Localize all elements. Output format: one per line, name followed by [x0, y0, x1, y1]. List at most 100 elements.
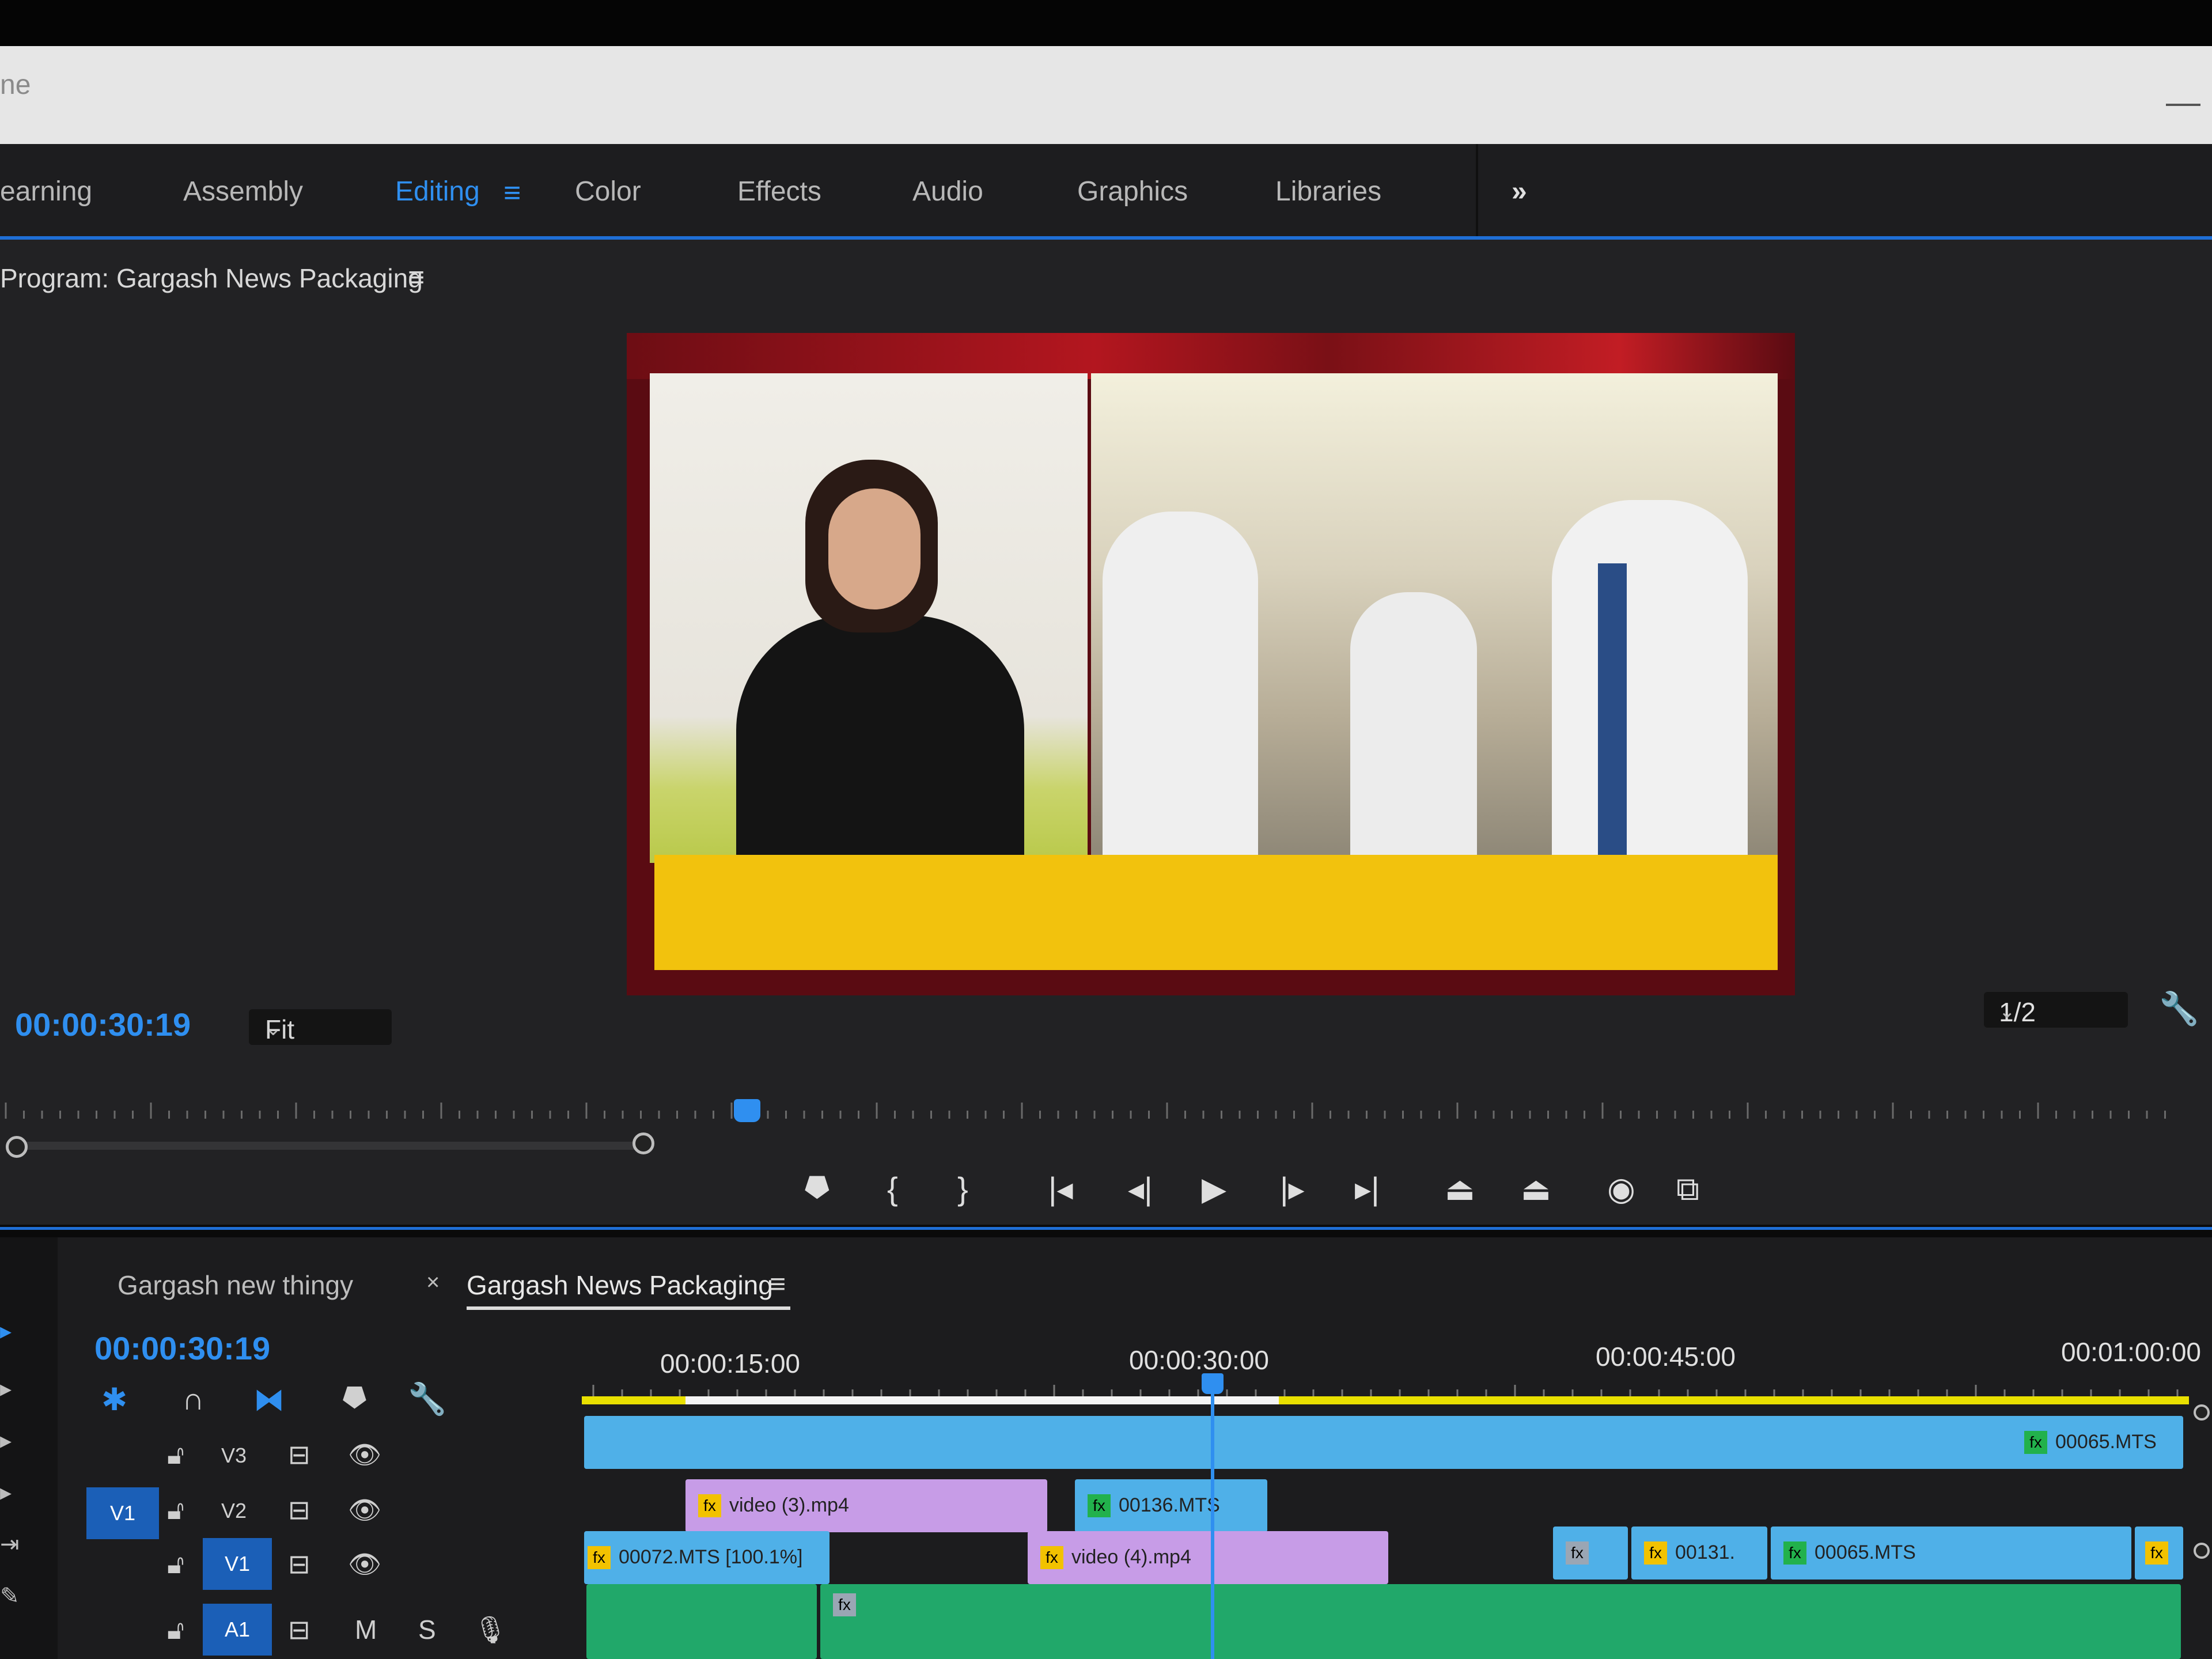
pen-tool-icon[interactable]: ✎	[0, 1583, 20, 1609]
close-tab-icon[interactable]: ×	[426, 1270, 440, 1296]
nest-icon[interactable]: ✱	[101, 1381, 127, 1418]
clip-untitled-1[interactable]: fx	[1553, 1527, 1628, 1580]
step-forward-icon[interactable]: |▸	[1280, 1172, 1305, 1206]
minimize-button[interactable]	[2166, 104, 2200, 106]
workspace-tab-effects[interactable]: Effects	[737, 176, 821, 207]
program-menu-icon[interactable]: ≡	[408, 260, 425, 294]
resolution-dropdown[interactable]: 1/2 ⌄	[1984, 992, 2128, 1028]
workspace-tab-graphics[interactable]: Graphics	[1077, 176, 1188, 207]
clip-video-4[interactable]: fx video (4).mp4	[1028, 1531, 1388, 1584]
razor-tool-icon[interactable]: ▸	[0, 1479, 12, 1506]
video-left-presenter	[650, 373, 1088, 863]
workspace-overflow-icon[interactable]: »	[1512, 176, 1527, 207]
work-area-in-region	[685, 1396, 1279, 1404]
sync-lock-icon[interactable]: ⊟	[288, 1494, 310, 1525]
scrollbar-left-handle[interactable]	[6, 1136, 28, 1158]
fx-badge: fx	[588, 1546, 611, 1569]
slip-tool-icon[interactable]: ⇥	[0, 1531, 20, 1558]
lock-icon[interactable]: 🔓︎	[167, 1614, 184, 1646]
workspace-tab-assembly[interactable]: Assembly	[183, 176, 303, 207]
go-to-in-icon[interactable]: |◂	[1048, 1172, 1073, 1206]
track-name[interactable]: V3	[199, 1444, 268, 1468]
track-name[interactable]: V1	[203, 1538, 272, 1590]
clip-label: 00136.MTS	[1119, 1494, 1220, 1516]
ruler-label-60s: 00:01:00:00	[2061, 1337, 2202, 1367]
window-title-bar: ne	[0, 46, 2212, 144]
wrench-icon[interactable]: 🔧	[2159, 990, 2199, 1028]
extract-icon[interactable]: ⏏	[1521, 1172, 1551, 1206]
workspace-tab-learning[interactable]: earning	[0, 176, 92, 207]
solo-button[interactable]: S	[418, 1614, 436, 1645]
mark-in-icon[interactable]: {	[887, 1172, 898, 1206]
workspace-bar: earning Assembly Editing ≡ Color Effects…	[0, 144, 2212, 240]
selection-tool-icon[interactable]: ▸	[0, 1318, 12, 1344]
clip-00136[interactable]: fx 00136.MTS	[1075, 1479, 1267, 1532]
eye-icon[interactable]: 👁︎	[348, 1494, 381, 1526]
sync-lock-icon[interactable]: ⊟	[288, 1439, 310, 1470]
lock-icon[interactable]: 🔓︎	[167, 1439, 184, 1471]
track-name[interactable]: A1	[203, 1604, 272, 1656]
step-back-icon[interactable]: ◂|	[1128, 1172, 1153, 1206]
clip-00072[interactable]: fx 00072.MTS [100.1%]	[584, 1531, 830, 1584]
graphic-red-band	[627, 333, 1795, 379]
tab-gargash-news-packaging[interactable]: Gargash News Packaging	[467, 1270, 790, 1310]
zoom-dropdown[interactable]: Fit ⌄	[249, 1009, 392, 1045]
timeline-playhead[interactable]	[1211, 1373, 1214, 1659]
clip-00065-v1[interactable]: fx 00065.MTS	[1771, 1527, 2131, 1580]
linked-selection-icon[interactable]: ⧓	[253, 1381, 285, 1418]
audio-clip-1[interactable]	[586, 1584, 817, 1659]
add-marker-icon[interactable]: ⯂	[340, 1381, 365, 1418]
workspace-tab-editing[interactable]: Editing	[395, 176, 480, 207]
program-zoom-scrollbar[interactable]	[6, 1142, 645, 1150]
workspace-separator	[1476, 144, 1478, 236]
clip-untitled-2[interactable]: fx	[2135, 1527, 2183, 1580]
go-to-out-icon[interactable]: ▸|	[1355, 1172, 1380, 1206]
eye-icon[interactable]: 👁︎	[348, 1548, 381, 1580]
monitor-bezel	[0, 0, 2212, 46]
fx-badge: fx	[833, 1593, 856, 1616]
chevron-down-icon: ⌄	[1999, 1001, 2016, 1022]
program-video-frame	[627, 333, 1795, 995]
lift-icon[interactable]: ⏏	[1445, 1172, 1475, 1206]
timeline-menu-icon[interactable]: ≡	[770, 1268, 786, 1300]
program-time-ruler[interactable]	[0, 1086, 2212, 1132]
workspace-menu-icon[interactable]: ≡	[503, 176, 521, 210]
timeline-settings-icon[interactable]: 🔧	[408, 1381, 446, 1418]
ripple-edit-icon[interactable]: ▸	[0, 1427, 12, 1454]
track-select-icon[interactable]: ▸	[0, 1376, 12, 1402]
clip-00131[interactable]: fx 00131.	[1631, 1527, 1767, 1580]
workspace-tab-libraries[interactable]: Libraries	[1275, 176, 1381, 207]
comparison-view-icon[interactable]: ⧉	[1676, 1172, 1699, 1206]
play-icon[interactable]: ▶	[1202, 1172, 1226, 1206]
audio-clip-2[interactable]: fx	[820, 1584, 2181, 1659]
eye-icon[interactable]: 👁︎	[348, 1439, 381, 1471]
workspace-tab-color[interactable]: Color	[575, 176, 641, 207]
microphone-icon[interactable]: 🎙︎	[474, 1614, 507, 1646]
panel-divider[interactable]	[0, 1227, 2212, 1237]
timeline-timecode[interactable]: 00:00:30:19	[94, 1330, 270, 1367]
lock-icon[interactable]: 🔓︎	[167, 1494, 184, 1527]
clip-label: video (4).mp4	[1071, 1546, 1191, 1568]
mute-button[interactable]: M	[355, 1614, 377, 1645]
graphic-yellow-lower-third	[654, 855, 1778, 970]
clip-video-3[interactable]: fx video (3).mp4	[685, 1479, 1047, 1532]
workspace-tab-audio[interactable]: Audio	[912, 176, 983, 207]
ruler-label-30s: 00:00:30:00	[1129, 1345, 1270, 1375]
scrollbar-right-handle[interactable]	[632, 1132, 654, 1154]
timeline-scroll-handle[interactable]	[2194, 1543, 2210, 1559]
program-playhead[interactable]	[734, 1099, 760, 1122]
clip-00065-v3[interactable]: fx 00065.MTS	[584, 1416, 2183, 1469]
sync-lock-icon[interactable]: ⊟	[288, 1614, 310, 1645]
export-frame-icon[interactable]: ◉	[1607, 1172, 1635, 1206]
source-patch-v1[interactable]: V1	[86, 1487, 159, 1539]
timeline-scroll-handle[interactable]	[2194, 1404, 2210, 1421]
sync-lock-icon[interactable]: ⊟	[288, 1548, 310, 1580]
snap-icon[interactable]: ∩	[182, 1381, 204, 1417]
track-name[interactable]: V2	[199, 1499, 268, 1523]
mark-out-icon[interactable]: }	[957, 1172, 968, 1206]
program-timecode[interactable]: 00:00:30:19	[15, 1006, 191, 1043]
tab-gargash-new-thingy[interactable]: Gargash new thingy	[118, 1270, 353, 1301]
lock-icon[interactable]: 🔓︎	[167, 1548, 184, 1581]
marker-icon[interactable]: ⯂	[802, 1172, 828, 1206]
program-monitor-title: Program: Gargash News Packaging	[0, 263, 423, 293]
